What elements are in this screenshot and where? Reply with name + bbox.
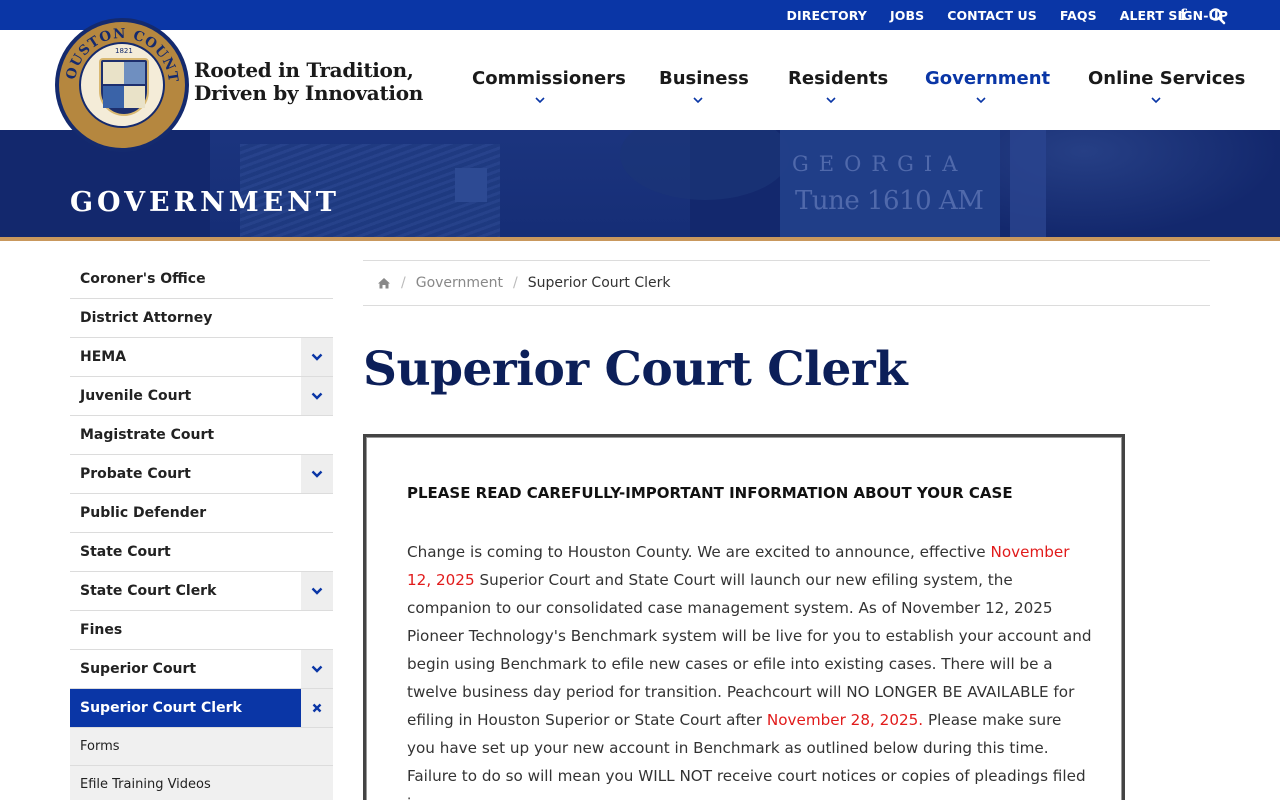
hero-sign-text: GEORGIA [792,152,968,176]
sidebar-item-coroner-s-office[interactable]: Coroner's Office [70,260,333,299]
facebook-icon[interactable]: f [1176,6,1190,24]
sidebar-item-label: Superior Court Clerk [80,700,242,716]
chevron-down-icon[interactable] [826,96,836,104]
contact-us-link[interactable]: CONTACT US [947,8,1037,23]
hero-banner: GEORGIA Tune 1610 AM GOVERNMENT [0,130,1280,237]
sidebar-nav: Coroner's Office District Attorney HEMA Juv… [70,260,333,800]
sidebar-item-superior-court-clerk[interactable]: Superior Court Clerk [70,689,333,728]
home-icon[interactable] [377,277,391,289]
hero-sign-text: Tune 1610 AM [795,186,984,216]
chevron-down-icon[interactable] [976,96,986,104]
sidebar-item-superior-court[interactable]: Superior Court [70,650,333,689]
sidebar-item-label: Fines [80,622,123,638]
sidebar-item-label: Juvenile Court [80,388,192,404]
sidebar-item-fines[interactable]: Fines [70,611,333,650]
search-icon[interactable] [1208,7,1226,25]
section-title: GOVERNMENT [70,187,340,218]
nav-government[interactable]: Government [925,68,1050,89]
chevron-down-icon[interactable] [301,377,333,415]
notice-box: PLEASE READ CAREFULLY-IMPORTANT INFORMAT… [363,434,1125,800]
directory-link[interactable]: DIRECTORY [787,8,867,23]
jobs-link[interactable]: JOBS [890,8,924,23]
sidebar-item-label: State Court Clerk [80,583,217,599]
sidebar-item-magistrate-court[interactable]: Magistrate Court [70,416,333,455]
sidebar-item-label: State Court [80,544,171,560]
breadcrumb-government[interactable]: Government [416,275,503,291]
sidebar-item-state-court-clerk[interactable]: State Court Clerk [70,572,333,611]
chevron-down-icon[interactable] [301,572,333,610]
chevron-down-icon[interactable] [301,455,333,493]
sidebar-item-hema[interactable]: HEMA [70,338,333,377]
sidebar-item-label: Probate Court [80,466,191,482]
sidebar-item-label: Magistrate Court [80,427,215,443]
nav-residents[interactable]: Residents [788,68,888,89]
sidebar-item-probate-court[interactable]: Probate Court [70,455,333,494]
sidebar-item-juvenile-court[interactable]: Juvenile Court [70,377,333,416]
sidebar-item-label: Public Defender [80,505,207,521]
chevron-down-icon[interactable] [301,338,333,376]
seal-year: 1821 [115,47,133,55]
sidebar-item-label: Superior Court [80,661,197,677]
breadcrumb: / Government / Superior Court Clerk [363,260,1210,306]
chevron-down-icon[interactable] [1151,96,1161,104]
notice-heading: PLEASE READ CAREFULLY-IMPORTANT INFORMAT… [407,484,1013,502]
nav-online-services[interactable]: Online Services [1088,68,1245,89]
notice-body: Change is coming to Houston County. We a… [407,543,1092,800]
chevron-down-icon[interactable] [693,96,703,104]
utility-bar: DIRECTORY JOBS CONTACT US FAQS ALERT SIG… [0,0,1280,30]
sidebar-item-state-court[interactable]: State Court [70,533,333,572]
sidebar-item-label: District Attorney [80,310,213,326]
sidebar-item-public-defender[interactable]: Public Defender [70,494,333,533]
site-header: HOUSTON COUNTY GEORGIA 1821 Rooted in Tr… [0,18,1280,152]
seal-shield [99,58,149,116]
accent-divider [0,237,1280,241]
chevron-down-icon[interactable] [301,650,333,688]
sidebar-subitem-label: Forms [80,739,120,754]
county-seal-logo[interactable]: HOUSTON COUNTY GEORGIA 1821 [55,18,189,152]
nav-commissioners[interactable]: Commissioners [472,68,626,89]
chevron-down-icon[interactable] [535,96,545,104]
close-icon[interactable] [301,689,333,727]
utility-links: DIRECTORY JOBS CONTACT US FAQS ALERT SIG… [764,0,1228,30]
sidebar-subitem-label: Efile Training Videos [80,777,211,792]
faqs-link[interactable]: FAQS [1060,8,1097,23]
sidebar-item-district-attorney[interactable]: District Attorney [70,299,333,338]
page-title: Superior Court Clerk [363,342,908,397]
sidebar-item-label: HEMA [80,349,127,365]
sidebar-subitem-forms[interactable]: Forms [70,728,333,766]
notice-date: November 28, 2025. [766,711,924,729]
main-nav: Commissioners Business Residents Governm… [0,30,1280,130]
breadcrumb-current: Superior Court Clerk [527,275,671,291]
sidebar-item-label: Coroner's Office [80,271,206,287]
sidebar-subitem-efile-training-videos[interactable]: Efile Training Videos [70,766,333,800]
nav-business[interactable]: Business [659,68,749,89]
